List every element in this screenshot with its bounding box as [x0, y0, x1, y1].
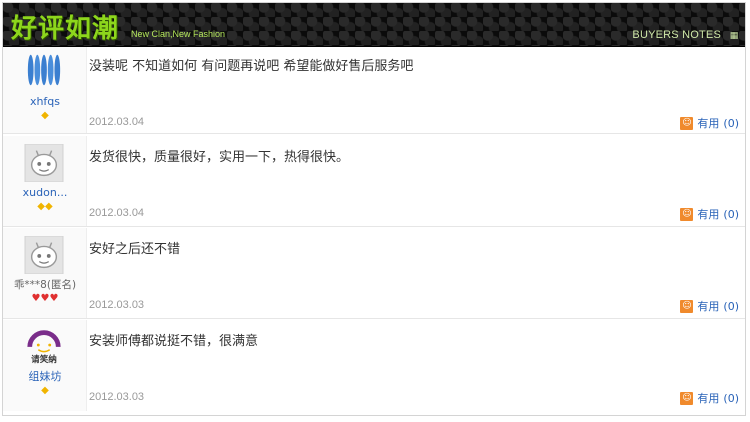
logo-text: 请笑纳 — [31, 353, 57, 364]
avatar[interactable]: 请笑纳 — [24, 326, 64, 364]
review-date: 2012.03.04 — [89, 207, 145, 219]
useful-button[interactable]: ☺ 有用 (0) — [680, 206, 739, 222]
avatar[interactable] — [24, 144, 64, 182]
reviewer-name[interactable]: 组妹坊 — [3, 368, 87, 384]
review-item: xudon... ◆◆ 发货很快，质量很好，实用一下，热得很快。 2012.03… — [3, 136, 745, 227]
useful-label: 有用 — [697, 392, 720, 405]
useful-button[interactable]: ☺ 有用 (0) — [680, 390, 739, 406]
useful-label: 有用 — [697, 208, 720, 221]
banner-subtitle: New Clan,New Fashion — [131, 29, 226, 39]
reviewer-column: 乖***8(匿名) ♥♥♥ — [3, 228, 87, 318]
reviewer-column: xhfqs ◆ — [3, 47, 87, 133]
reviewer-column: 请笑纳 组妹坊 ◆ — [3, 320, 87, 411]
review-comment: 安装师傅都说挺不错，很满意 — [89, 334, 259, 349]
buyer-reviews-panel: 好评如潮 New Clan,New Fashion BUYERS NOTES ▦… — [2, 2, 746, 416]
useful-label: 有用 — [697, 300, 720, 313]
banner-title: 好评如潮 — [11, 14, 120, 44]
buyers-notes-label: BUYERS NOTES — [632, 29, 721, 41]
reviewer-name: 乖***8(匿名) — [13, 279, 77, 291]
expand-icon[interactable]: ▦ — [729, 31, 739, 41]
rank-heart-icon: ♥♥♥ — [31, 293, 59, 304]
useful-count: (0) — [723, 207, 739, 221]
reviewer-column: xudon... ◆◆ — [3, 136, 87, 226]
review-item: 请笑纳 组妹坊 ◆ 安装师傅都说挺不错，很满意 2012.03.03 ☺ 有用 … — [3, 320, 745, 411]
reviewer-name[interactable]: xudon... — [3, 186, 87, 199]
review-date: 2012.03.03 — [89, 299, 145, 311]
thumbs-up-icon: ☺ — [680, 116, 694, 130]
thumbs-up-icon: ☺ — [680, 207, 694, 221]
thumbs-up-icon: ☺ — [680, 299, 694, 313]
avatar[interactable] — [24, 51, 64, 89]
review-item: 乖***8(匿名) ♥♥♥ 安好之后还不错 2012.03.03 ☺ 有用 (0… — [3, 228, 745, 319]
rank-diamond-icon: ◆◆ — [37, 201, 53, 212]
reviews-banner: 好评如潮 New Clan,New Fashion BUYERS NOTES ▦ — [3, 3, 745, 47]
rank-diamond-icon: ◆ — [41, 385, 49, 396]
avatar[interactable] — [24, 236, 64, 274]
review-date: 2012.03.04 — [89, 116, 145, 128]
rank-diamond-icon: ◆ — [41, 110, 49, 121]
useful-label: 有用 — [697, 117, 720, 130]
useful-button[interactable]: ☺ 有用 (0) — [680, 298, 739, 314]
review-comment: 发货很快，质量很好，实用一下，热得很快。 — [89, 150, 350, 165]
reviewer-name[interactable]: xhfqs — [3, 95, 87, 108]
useful-count: (0) — [723, 391, 739, 405]
review-date: 2012.03.03 — [89, 391, 145, 403]
thumbs-up-icon: ☺ — [680, 391, 694, 405]
useful-count: (0) — [723, 116, 739, 130]
review-item: xhfqs ◆ 没装呢 不知道如何 有问题再说吧 希望能做好售后服务吧 2012… — [3, 47, 745, 134]
useful-count: (0) — [723, 299, 739, 313]
useful-button[interactable]: ☺ 有用 (0) — [680, 115, 739, 131]
review-comment: 安好之后还不错 — [89, 242, 181, 257]
review-comment: 没装呢 不知道如何 有问题再说吧 希望能做好售后服务吧 — [89, 59, 414, 74]
